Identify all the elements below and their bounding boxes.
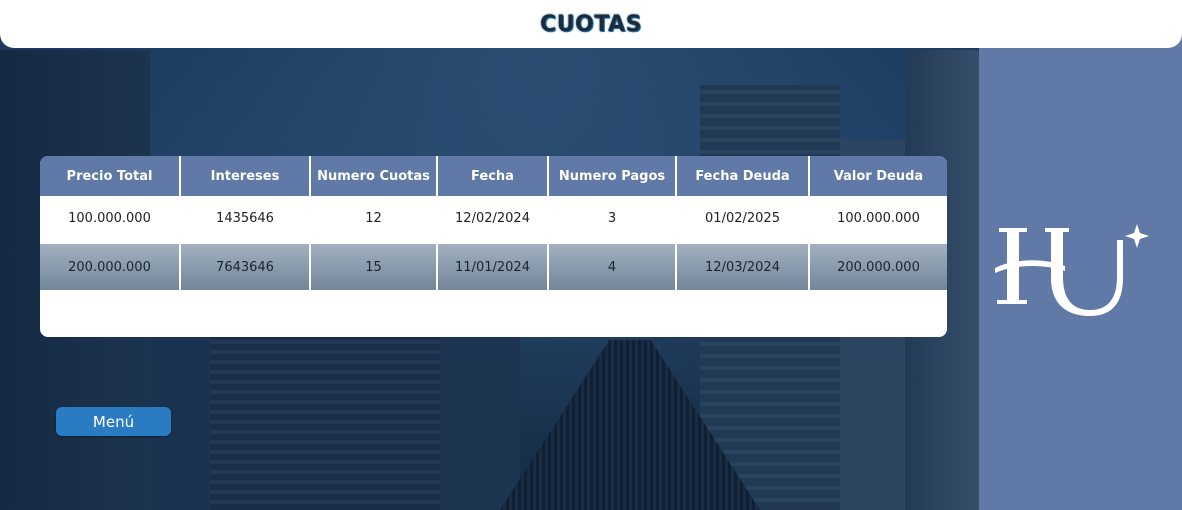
table-header-row: Precio Total Intereses Numero Cuotas Fec… <box>40 156 947 196</box>
cell-precio-total: 200.000.000 <box>40 244 181 290</box>
cell-valor-deuda: 100.000.000 <box>809 196 947 240</box>
cell-numero-cuotas: 12 <box>310 196 438 240</box>
cell-fecha-deuda: 01/02/2025 <box>676 196 810 240</box>
cell-fecha: 11/01/2024 <box>437 244 549 290</box>
hu-logo-icon <box>995 224 1149 316</box>
cell-numero-pagos: 3 <box>548 196 677 240</box>
column-header-fecha-deuda: Fecha Deuda <box>676 156 810 196</box>
header-bar: CUOTAS <box>0 0 1182 48</box>
table-row[interactable]: 100.000.000 1435646 12 12/02/2024 3 01/0… <box>40 196 947 240</box>
cell-intereses: 1435646 <box>180 196 311 240</box>
column-header-numero-cuotas: Numero Cuotas <box>310 156 438 196</box>
cell-fecha: 12/02/2024 <box>437 196 549 240</box>
column-header-intereses: Intereses <box>180 156 311 196</box>
column-header-numero-pagos: Numero Pagos <box>548 156 677 196</box>
table-row[interactable]: 200.000.000 7643646 15 11/01/2024 4 12/0… <box>40 244 947 290</box>
cell-precio-total: 100.000.000 <box>40 196 181 240</box>
column-header-valor-deuda: Valor Deuda <box>809 156 947 196</box>
page-title: CUOTAS <box>540 11 642 37</box>
cell-numero-cuotas: 15 <box>310 244 438 290</box>
cuotas-table: Precio Total Intereses Numero Cuotas Fec… <box>40 156 947 290</box>
cuotas-table-card: Precio Total Intereses Numero Cuotas Fec… <box>40 156 947 337</box>
column-header-fecha: Fecha <box>437 156 549 196</box>
cell-intereses: 7643646 <box>180 244 311 290</box>
cell-fecha-deuda: 12/03/2024 <box>676 244 810 290</box>
cell-numero-pagos: 4 <box>548 244 677 290</box>
menu-button[interactable]: Menú <box>56 407 171 436</box>
column-header-precio-total: Precio Total <box>40 156 181 196</box>
cell-valor-deuda: 200.000.000 <box>809 244 947 290</box>
